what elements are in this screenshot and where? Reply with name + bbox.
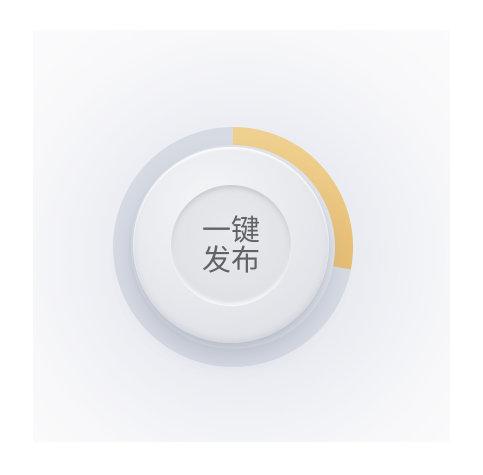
publish-label-line1: 一键 — [201, 213, 260, 247]
publish-label: 一键 发布 — [171, 185, 291, 305]
publish-dial: 一键 发布 — [112, 126, 354, 368]
canvas: 一键 发布 — [0, 0, 483, 475]
publish-button-cap[interactable]: 一键 发布 — [171, 185, 291, 305]
publish-label-line2: 发布 — [201, 243, 260, 277]
publish-button[interactable]: 一键 发布 — [133, 147, 329, 343]
